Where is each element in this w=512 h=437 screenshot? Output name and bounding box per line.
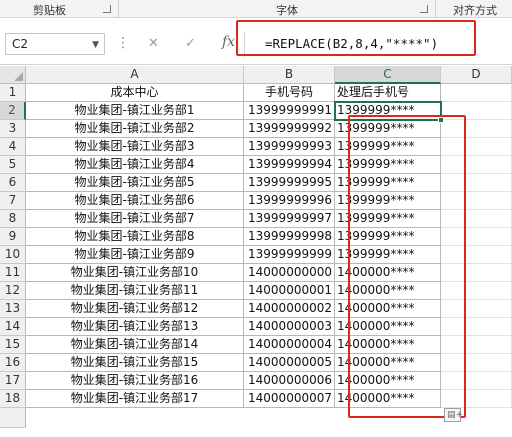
row-header[interactable] [0,408,26,428]
row-header[interactable]: 17 [0,372,26,390]
cell-phone-number[interactable]: 13999999991 [244,102,335,120]
cell-phone-number[interactable]: 13999999998 [244,228,335,246]
row-header[interactable]: 2 [0,102,26,120]
ribbon-group-font: 字体 [276,4,298,17]
row-header[interactable]: 10 [0,246,26,264]
formula-highlight-box [236,20,476,56]
font-launcher-icon[interactable] [420,5,428,13]
result-highlight-box [348,115,466,418]
cell-cost-center[interactable]: 物业集团-镇江业务部14 [26,336,244,354]
row-header[interactable]: 9 [0,228,26,246]
cell-cost-center[interactable]: 物业集团-镇江业务部17 [26,390,244,408]
cell-cost-center[interactable]: 物业集团-镇江业务部4 [26,156,244,174]
header-cell[interactable]: 处理后手机号 [335,84,441,102]
cell-cost-center[interactable]: 物业集团-镇江业务部9 [26,246,244,264]
name-box[interactable]: C2 ▼ [5,33,105,55]
cell-phone-number[interactable]: 14000000005 [244,354,335,372]
clipboard-launcher-icon[interactable] [103,5,111,13]
cell-phone-number[interactable]: 14000000001 [244,282,335,300]
header-cell[interactable] [441,84,512,102]
column-header-b[interactable]: B [244,66,335,84]
row-header[interactable]: 6 [0,174,26,192]
cell-phone-number[interactable]: 14000000004 [244,336,335,354]
cell-phone-number[interactable]: 14000000003 [244,318,335,336]
cell-phone-number[interactable]: 13999999997 [244,210,335,228]
cell-phone-number[interactable]: 13999999995 [244,174,335,192]
cell-phone-number[interactable]: 13999999994 [244,156,335,174]
ribbon-group-alignment: 对齐方式 [453,4,497,17]
cell-phone-number[interactable]: 13999999999 [244,246,335,264]
paste-options-icon[interactable]: ▤+ [444,408,463,422]
column-header-c[interactable]: C [335,66,441,84]
row-header[interactable]: 1 [0,84,26,102]
ribbon-group-labels: 剪贴板 字体 对齐方式 [0,0,512,18]
column-header-a[interactable]: A [26,66,244,84]
cell-cost-center[interactable]: 物业集团-镇江业务部1 [26,102,244,120]
cell-phone-number[interactable]: 14000000006 [244,372,335,390]
cell-phone-number[interactable]: 13999999993 [244,138,335,156]
column-header-d[interactable]: D [441,66,512,84]
insert-function-icon[interactable]: fx [222,34,235,50]
chevron-down-icon[interactable]: ▼ [92,40,99,50]
row-header[interactable]: 15 [0,336,26,354]
row-header[interactable]: 11 [0,264,26,282]
cell-cost-center[interactable]: 物业集团-镇江业务部7 [26,210,244,228]
cell-cost-center[interactable]: 物业集团-镇江业务部8 [26,228,244,246]
cell-phone-number[interactable]: 14000000007 [244,390,335,408]
cell-cost-center[interactable]: 物业集团-镇江业务部10 [26,264,244,282]
cell-cost-center[interactable]: 物业集团-镇江业务部16 [26,372,244,390]
select-all-triangle-icon [14,72,23,81]
row-header[interactable]: 3 [0,120,26,138]
row-header[interactable]: 4 [0,138,26,156]
cell-cost-center[interactable]: 物业集团-镇江业务部5 [26,174,244,192]
enter-icon[interactable]: ✓ [185,36,196,51]
row-header[interactable]: 12 [0,282,26,300]
row-header[interactable]: 5 [0,156,26,174]
row-header[interactable]: 13 [0,300,26,318]
ribbon-divider [118,0,119,18]
header-cell[interactable]: 成本中心 [26,84,244,102]
cell-cost-center[interactable]: 物业集团-镇江业务部2 [26,120,244,138]
cell-cost-center[interactable]: 物业集团-镇江业务部11 [26,282,244,300]
cell-phone-number[interactable]: 13999999996 [244,192,335,210]
select-all-button[interactable] [0,66,26,84]
row-header[interactable]: 18 [0,390,26,408]
cell-cost-center[interactable]: 物业集团-镇江业务部15 [26,354,244,372]
cell-cost-center[interactable]: 物业集团-镇江业务部6 [26,192,244,210]
row-header[interactable]: 14 [0,318,26,336]
cell-phone-number[interactable]: 14000000000 [244,264,335,282]
cell-phone-number[interactable]: 14000000002 [244,300,335,318]
row-header[interactable]: 16 [0,354,26,372]
ribbon-group-clipboard: 剪贴板 [33,4,66,17]
header-cell[interactable]: 手机号码 [244,84,335,102]
row-header[interactable]: 8 [0,210,26,228]
row-header[interactable]: 7 [0,192,26,210]
cell-cost-center[interactable]: 物业集团-镇江业务部12 [26,300,244,318]
cell-phone-number[interactable]: 13999999992 [244,120,335,138]
cancel-icon[interactable]: ✕ [148,36,159,51]
name-box-value: C2 [12,37,29,51]
spreadsheet-grid: A B C D 1 成本中心 手机号码 处理后手机号 2 物业集团-镇江业务部1 13999… [0,66,512,437]
drag-handle-icon[interactable]: ⋮ [116,35,130,51]
cell-cost-center[interactable]: 物业集团-镇江业务部13 [26,318,244,336]
ribbon-divider [435,0,436,18]
cell-cost-center[interactable]: 物业集团-镇江业务部3 [26,138,244,156]
